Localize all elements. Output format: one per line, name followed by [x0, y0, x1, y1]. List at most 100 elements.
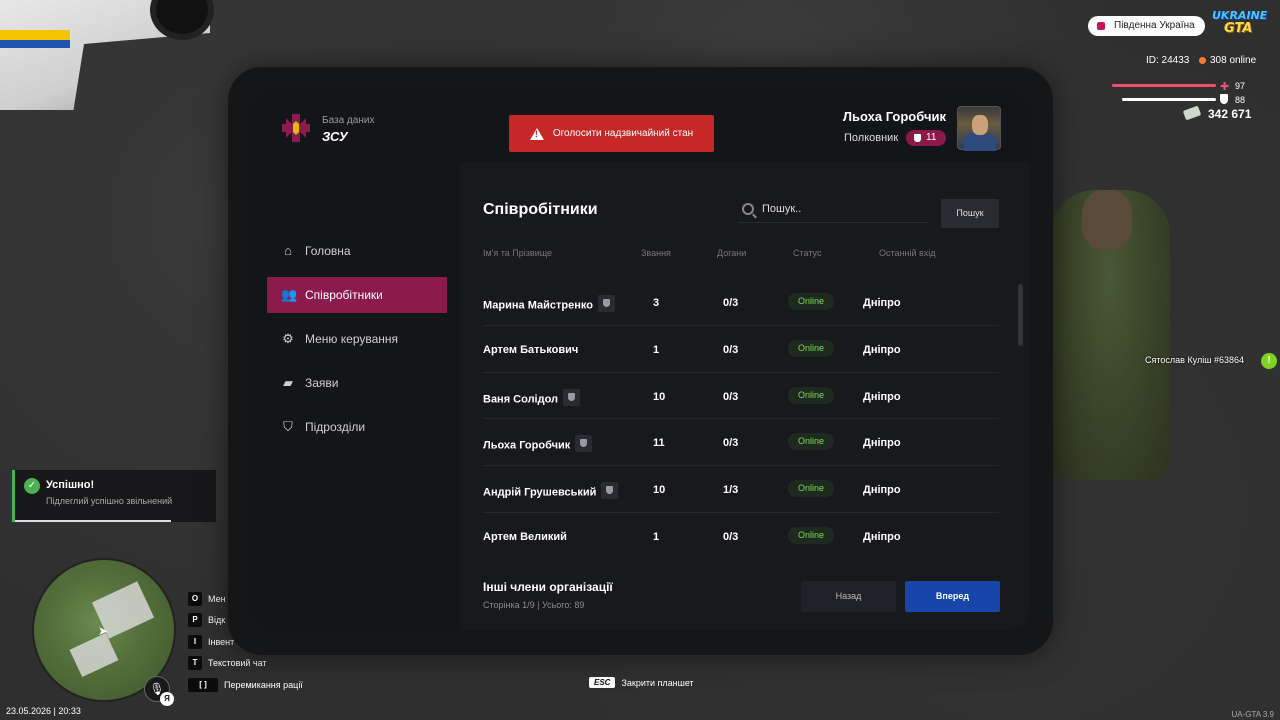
sidebar-item-label: Співробітники: [305, 288, 383, 302]
keybind-row: T Текстовий чат: [188, 653, 303, 675]
sidebar-item-label: Головна: [305, 244, 351, 258]
status-badge: Online: [788, 433, 834, 451]
key-label: Текстовий чат: [208, 658, 267, 669]
warnings-cell: 0/3: [723, 390, 739, 403]
warning-icon: [529, 127, 544, 140]
employees-table: Марина Майстренко 3 0/3 Online Дніпро Ар…: [483, 279, 999, 549]
status-badge: Online: [788, 526, 834, 544]
employee-name: Льоха Горобчик: [483, 439, 571, 452]
user-rank: Полковник: [844, 132, 899, 144]
region-label: Південна Україна: [1114, 20, 1195, 31]
table-row[interactable]: Льоха Горобчик 11 0/3 Online Дніпро: [483, 419, 999, 467]
search-box: [738, 195, 928, 223]
users-icon: 👥: [281, 287, 298, 302]
rank-level: 11: [926, 132, 937, 143]
shield-icon: [601, 482, 619, 500]
date-time: 23.05.2026 | 20:33: [6, 706, 81, 716]
search-button[interactable]: Пошук: [941, 199, 999, 228]
employee-name-cell: Андрій Грушевський: [483, 482, 619, 501]
car-stripe-yellow: [0, 30, 70, 40]
esc-label: Закрити планшет: [621, 677, 694, 688]
armor-icon: [1220, 94, 1228, 104]
last-login-cell: Дніпро: [863, 297, 901, 309]
game-version: UA-GTA 3.9: [1231, 710, 1274, 719]
search-input[interactable]: [762, 202, 922, 215]
avatar: [957, 106, 1001, 151]
armor-value: 88: [1235, 95, 1246, 105]
folder-icon: ▰: [283, 375, 293, 390]
table-row[interactable]: Ваня Солідол 10 0/3 Online Дніпро: [483, 373, 999, 420]
warnings-cell: 0/3: [723, 297, 739, 309]
table-row[interactable]: Андрій Грушевський 10 1/3 Online Дніпро: [483, 466, 999, 513]
sidebar-item-employees[interactable]: 👥 Співробітники: [267, 277, 447, 313]
organization-name: ЗСУ: [322, 129, 348, 144]
employee-name: Артем Батькович: [483, 343, 579, 356]
close-tablet-hint[interactable]: ESC Закрити планшет: [589, 677, 694, 688]
avatar-face: [972, 115, 988, 135]
region-icon: [1097, 22, 1105, 30]
search-icon: [742, 202, 754, 215]
voice-icon: !: [1261, 353, 1277, 369]
success-toast: ✓ Успішно! Підлеглий успішно звільнений: [12, 470, 216, 522]
shield-icon: [575, 435, 593, 453]
database-label: База даних: [322, 115, 375, 126]
employee-name: Ваня Солідол: [483, 393, 559, 405]
sidebar-item-home[interactable]: ⌂ Головна: [267, 233, 447, 269]
back-button[interactable]: Назад: [801, 581, 896, 612]
user-name: Льоха Горобчик: [842, 109, 946, 124]
last-login-cell: Дніпро: [863, 484, 901, 497]
rank-cell: 10: [653, 390, 666, 403]
table-row[interactable]: Артем Великий 1 0/3 Online Дніпро: [483, 513, 999, 549]
column-header-name: Ім'я та Прізвище: [483, 248, 553, 258]
sidebar-item-applications[interactable]: ▰ Заяви: [267, 365, 447, 401]
check-icon: ✓: [24, 478, 40, 494]
table-row[interactable]: Артем Батькович 1 0/3 Online Дніпро: [483, 326, 999, 373]
online-icon: [1199, 57, 1206, 64]
rank-cell: 1: [653, 343, 660, 356]
car-stripe-blue: [0, 40, 70, 48]
tablet-header: База даних ЗСУ Оголосити надзвичайний ст…: [252, 90, 1029, 162]
warnings-cell: 0/3: [723, 437, 739, 450]
shield-icon: [914, 134, 921, 142]
employee-name-cell: Льоха Горобчик: [483, 435, 593, 454]
other-members-title: Інші члени організації: [483, 580, 613, 594]
sidebar-item-label: Меню керування: [305, 332, 399, 346]
rank-cell: 3: [653, 297, 660, 309]
shield-icon: ⛉: [283, 419, 293, 434]
money-icon: [1182, 105, 1202, 121]
last-login-cell: Дніпро: [863, 530, 901, 543]
health-bar: [1112, 84, 1216, 87]
key-hint: I: [188, 634, 202, 649]
employee-name: Артем Великий: [483, 530, 567, 543]
table-row[interactable]: Марина Майстренко 3 0/3 Online Дніпро: [483, 279, 999, 326]
home-icon: ⌂: [284, 243, 292, 258]
page-title: Співробітники: [483, 201, 598, 218]
warnings-cell: 1/3: [723, 484, 739, 497]
player-arrow-icon: ➤: [98, 624, 109, 638]
pagination-info: Сторінка 1/9 | Усього: 89: [483, 600, 585, 610]
sidebar-item-management[interactable]: ⚙ Меню керування: [267, 321, 447, 357]
next-button[interactable]: Вперед: [905, 581, 1000, 612]
last-login-cell: Дніпро: [863, 437, 901, 450]
table-scrollbar[interactable]: [1018, 284, 1023, 346]
employee-name: Марина Майстренко: [483, 299, 593, 312]
employee-name-cell: Артем Батькович: [483, 344, 578, 356]
toast-title: Успішно!: [46, 479, 95, 491]
rank-cell: 10: [653, 484, 666, 497]
sidebar-item-label: Підрозділи: [305, 420, 366, 434]
minimap-building: [69, 632, 119, 678]
last-login-cell: Дніпро: [863, 390, 901, 403]
health-icon: ✚: [1220, 81, 1230, 93]
shield-icon: [597, 295, 615, 312]
player-id: ID: 24433: [1146, 55, 1190, 66]
nearby-player-tag: Сятослав Куліш #63864: [1145, 355, 1244, 365]
sidebar-item-units[interactable]: ⛉ Підрозділи: [267, 409, 447, 445]
employee-name-cell: Марина Майстренко: [483, 295, 615, 314]
column-header-rank: Звання: [641, 248, 671, 258]
emergency-label: Оголосити надзвичайний стан: [552, 128, 694, 139]
key-label: Відк: [208, 615, 226, 626]
declare-emergency-button[interactable]: Оголосити надзвичайний стан: [509, 115, 714, 152]
rank-cell: 11: [653, 437, 665, 450]
avatar-body: [964, 133, 996, 151]
warnings-cell: 0/3: [723, 530, 739, 543]
